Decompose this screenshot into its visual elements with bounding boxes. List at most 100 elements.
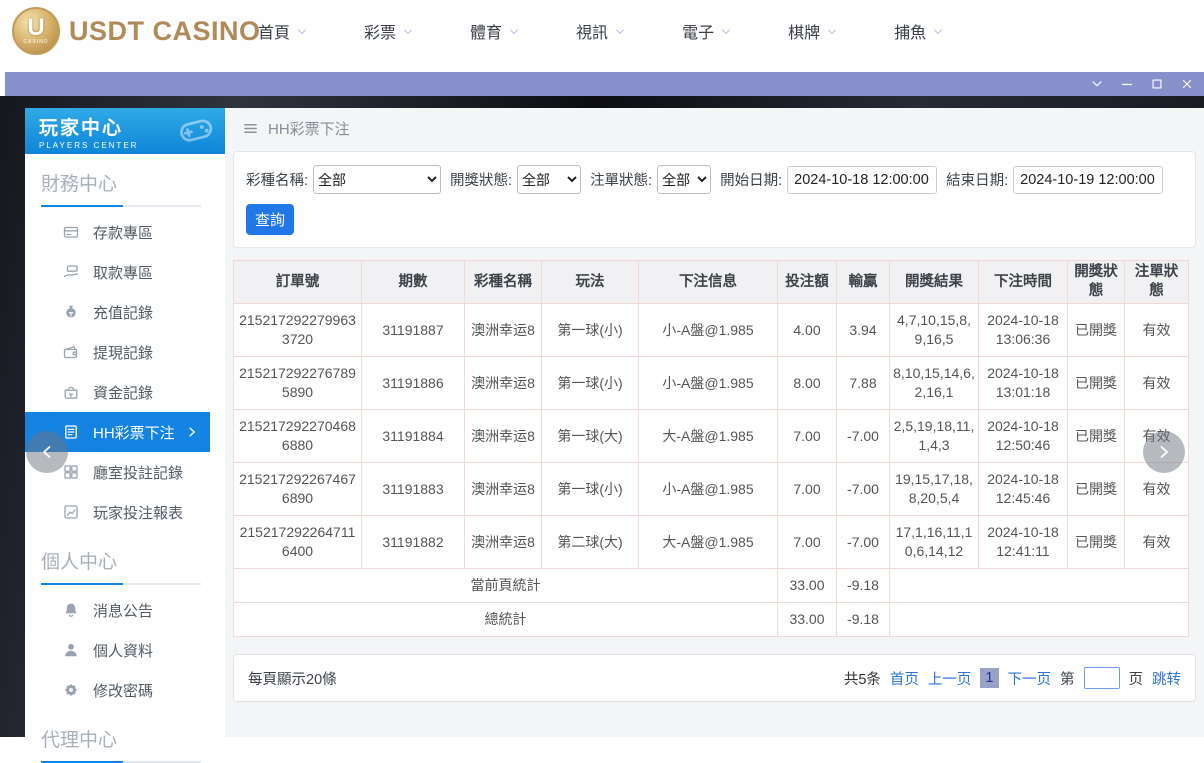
table-row: 2152172922647116400 31191882 澳洲幸运8 第二球(大) 大-… [233, 515, 1189, 569]
sidebar-item-0-4[interactable]: 資金記錄 [25, 372, 225, 412]
table-cell: 2152172922674676890 [233, 462, 362, 516]
gear-icon [63, 682, 79, 698]
sidebar-item-label: 存款專區 [93, 224, 154, 242]
table-cell: 2024-10-18 12:50:46 [978, 409, 1068, 463]
sidebar-collapse-button[interactable] [26, 431, 68, 473]
order-status-select[interactable]: 全部 [657, 165, 712, 194]
table-cell: 7.88 [836, 356, 890, 410]
coin-subtext: CASINO [23, 39, 49, 45]
query-button[interactable]: 查詢 [246, 204, 294, 235]
section-divider [41, 205, 201, 207]
table-cell: 大-A盤@1.985 [638, 515, 778, 569]
table-cell: 2152172922647116400 [233, 515, 362, 569]
table-cell: 2152172922799633720 [233, 303, 362, 357]
chevron-left-icon [39, 444, 55, 460]
chevron-down-icon [826, 26, 838, 38]
summary-label: 當前頁統計 [233, 568, 778, 603]
hamburger-icon[interactable] [243, 121, 258, 136]
table-cell: -7.00 [836, 462, 890, 516]
column-header: 注單狀態 [1124, 260, 1189, 304]
nav-item-1[interactable]: 首頁 [258, 19, 308, 43]
table-cell: 有效 [1124, 356, 1189, 410]
nav-item-label: 電子 [682, 25, 715, 42]
bell-icon [63, 602, 79, 618]
sidebar-item-label: 個人資料 [93, 642, 154, 660]
summary-empty [889, 568, 1189, 603]
table-cell: 7.00 [777, 409, 837, 463]
chevron-down-icon [508, 26, 520, 38]
maximize-icon[interactable] [1150, 77, 1164, 91]
logo[interactable]: U CASINO USDT CASINO [12, 7, 261, 55]
sidebar-item-1-2[interactable]: 修改密碼 [25, 670, 225, 710]
sidebar-item-label: 玩家投注報表 [93, 504, 184, 522]
recharge-record-icon [63, 304, 79, 320]
table-cell: -7.00 [836, 515, 890, 569]
column-header: 下注時間 [978, 260, 1068, 304]
sidebar-item-label: 提現記錄 [93, 344, 154, 362]
table-cell: 31191887 [361, 303, 465, 357]
chevron-down-icon [932, 26, 944, 38]
first-page-link[interactable]: 首页 [890, 668, 919, 689]
sidebar-item-label: 廳室投註記錄 [93, 464, 184, 482]
report-icon [63, 504, 79, 520]
table-cell: 有效 [1124, 515, 1189, 569]
summary-empty [889, 602, 1189, 637]
nav-item-7[interactable]: 捕魚 [894, 19, 944, 43]
chevron-down-icon [296, 26, 308, 38]
jump-page-input[interactable] [1083, 667, 1120, 689]
jump-button[interactable]: 跳转 [1152, 668, 1181, 689]
content-scroll-right-button[interactable] [1143, 431, 1185, 473]
jump-suffix-label: 页 [1128, 671, 1144, 688]
close-icon[interactable] [1180, 77, 1194, 91]
table-cell: 3.94 [836, 303, 890, 357]
sidebar-item-0-3[interactable]: 提現記錄 [25, 332, 225, 372]
sidebar-item-1-1[interactable]: 個人資料 [25, 630, 225, 670]
table-cell: 已開獎 [1067, 462, 1125, 516]
table-cell: 2024-10-18 13:06:36 [978, 303, 1068, 357]
next-page-link[interactable]: 下一页 [1008, 668, 1052, 689]
column-header: 期數 [361, 260, 465, 304]
nav-item-5[interactable]: 電子 [682, 19, 732, 43]
nav-item-4[interactable]: 視訊 [576, 19, 626, 43]
start-date-label: 開始日期: [720, 173, 783, 189]
sidebar-item-0-7[interactable]: 玩家投注報表 [25, 492, 225, 532]
sidebar-item-1-0[interactable]: 消息公告 [25, 590, 225, 630]
summary-bet-total: 33.00 [777, 602, 837, 637]
current-page-badge[interactable]: 1 [980, 668, 999, 688]
draw-status-select[interactable]: 全部 [517, 165, 582, 194]
chevron-down-icon [720, 26, 732, 38]
nav-item-label: 捕魚 [894, 25, 927, 42]
prev-page-link[interactable]: 上一页 [928, 668, 972, 689]
table-cell: 已開獎 [1067, 303, 1125, 357]
chevron-down-icon[interactable] [1090, 77, 1104, 91]
table-cell: 8,10,15,14,6,2,16,1 [889, 356, 979, 410]
table-cell: 31191882 [361, 515, 465, 569]
sidebar-section-title: 個人中心 [41, 552, 118, 573]
funds-record-icon [63, 384, 79, 400]
column-header: 玩法 [541, 260, 639, 304]
column-header: 投注額 [777, 260, 837, 304]
sidebar-item-0-2[interactable]: 充值記錄 [25, 292, 225, 332]
draw-status-label: 開獎狀態: [450, 173, 513, 189]
start-date-input[interactable] [787, 165, 938, 194]
bets-table: 訂單號 期數 彩種名稱 玩法 下注信息 投注額 輸贏 開獎結果 下注時間 開獎狀態 注單狀態 215… [233, 260, 1189, 637]
summary-bet-total: 33.00 [777, 568, 837, 603]
chevron-down-icon [614, 26, 626, 38]
table-cell: 31191884 [361, 409, 465, 463]
table-row: 2152172922674676890 31191883 澳洲幸运8 第一球(小) 小-… [233, 462, 1189, 516]
nav-item-3[interactable]: 體育 [470, 19, 520, 43]
sidebar-item-0-0[interactable]: 存款專區 [25, 212, 225, 252]
nav-item-2[interactable]: 彩票 [364, 19, 414, 43]
sidebar-item-label: HH彩票下注 [93, 424, 175, 442]
lottery-type-select[interactable]: 全部 [313, 165, 442, 194]
table-cell: 2024-10-18 12:45:46 [978, 462, 1068, 516]
nav-item-6[interactable]: 棋牌 [788, 19, 838, 43]
table-cell: 2152172922767895890 [233, 356, 362, 410]
nav-item-label: 首頁 [258, 25, 291, 42]
sidebar-section-title: 代理中心 [41, 730, 118, 751]
sidebar-item-0-1[interactable]: 取款專區 [25, 252, 225, 292]
end-date-input[interactable] [1013, 165, 1164, 194]
window-titlebar[interactable] [5, 72, 1204, 96]
table-cell: 小-A盤@1.985 [638, 356, 778, 410]
minimize-icon[interactable] [1120, 77, 1134, 91]
